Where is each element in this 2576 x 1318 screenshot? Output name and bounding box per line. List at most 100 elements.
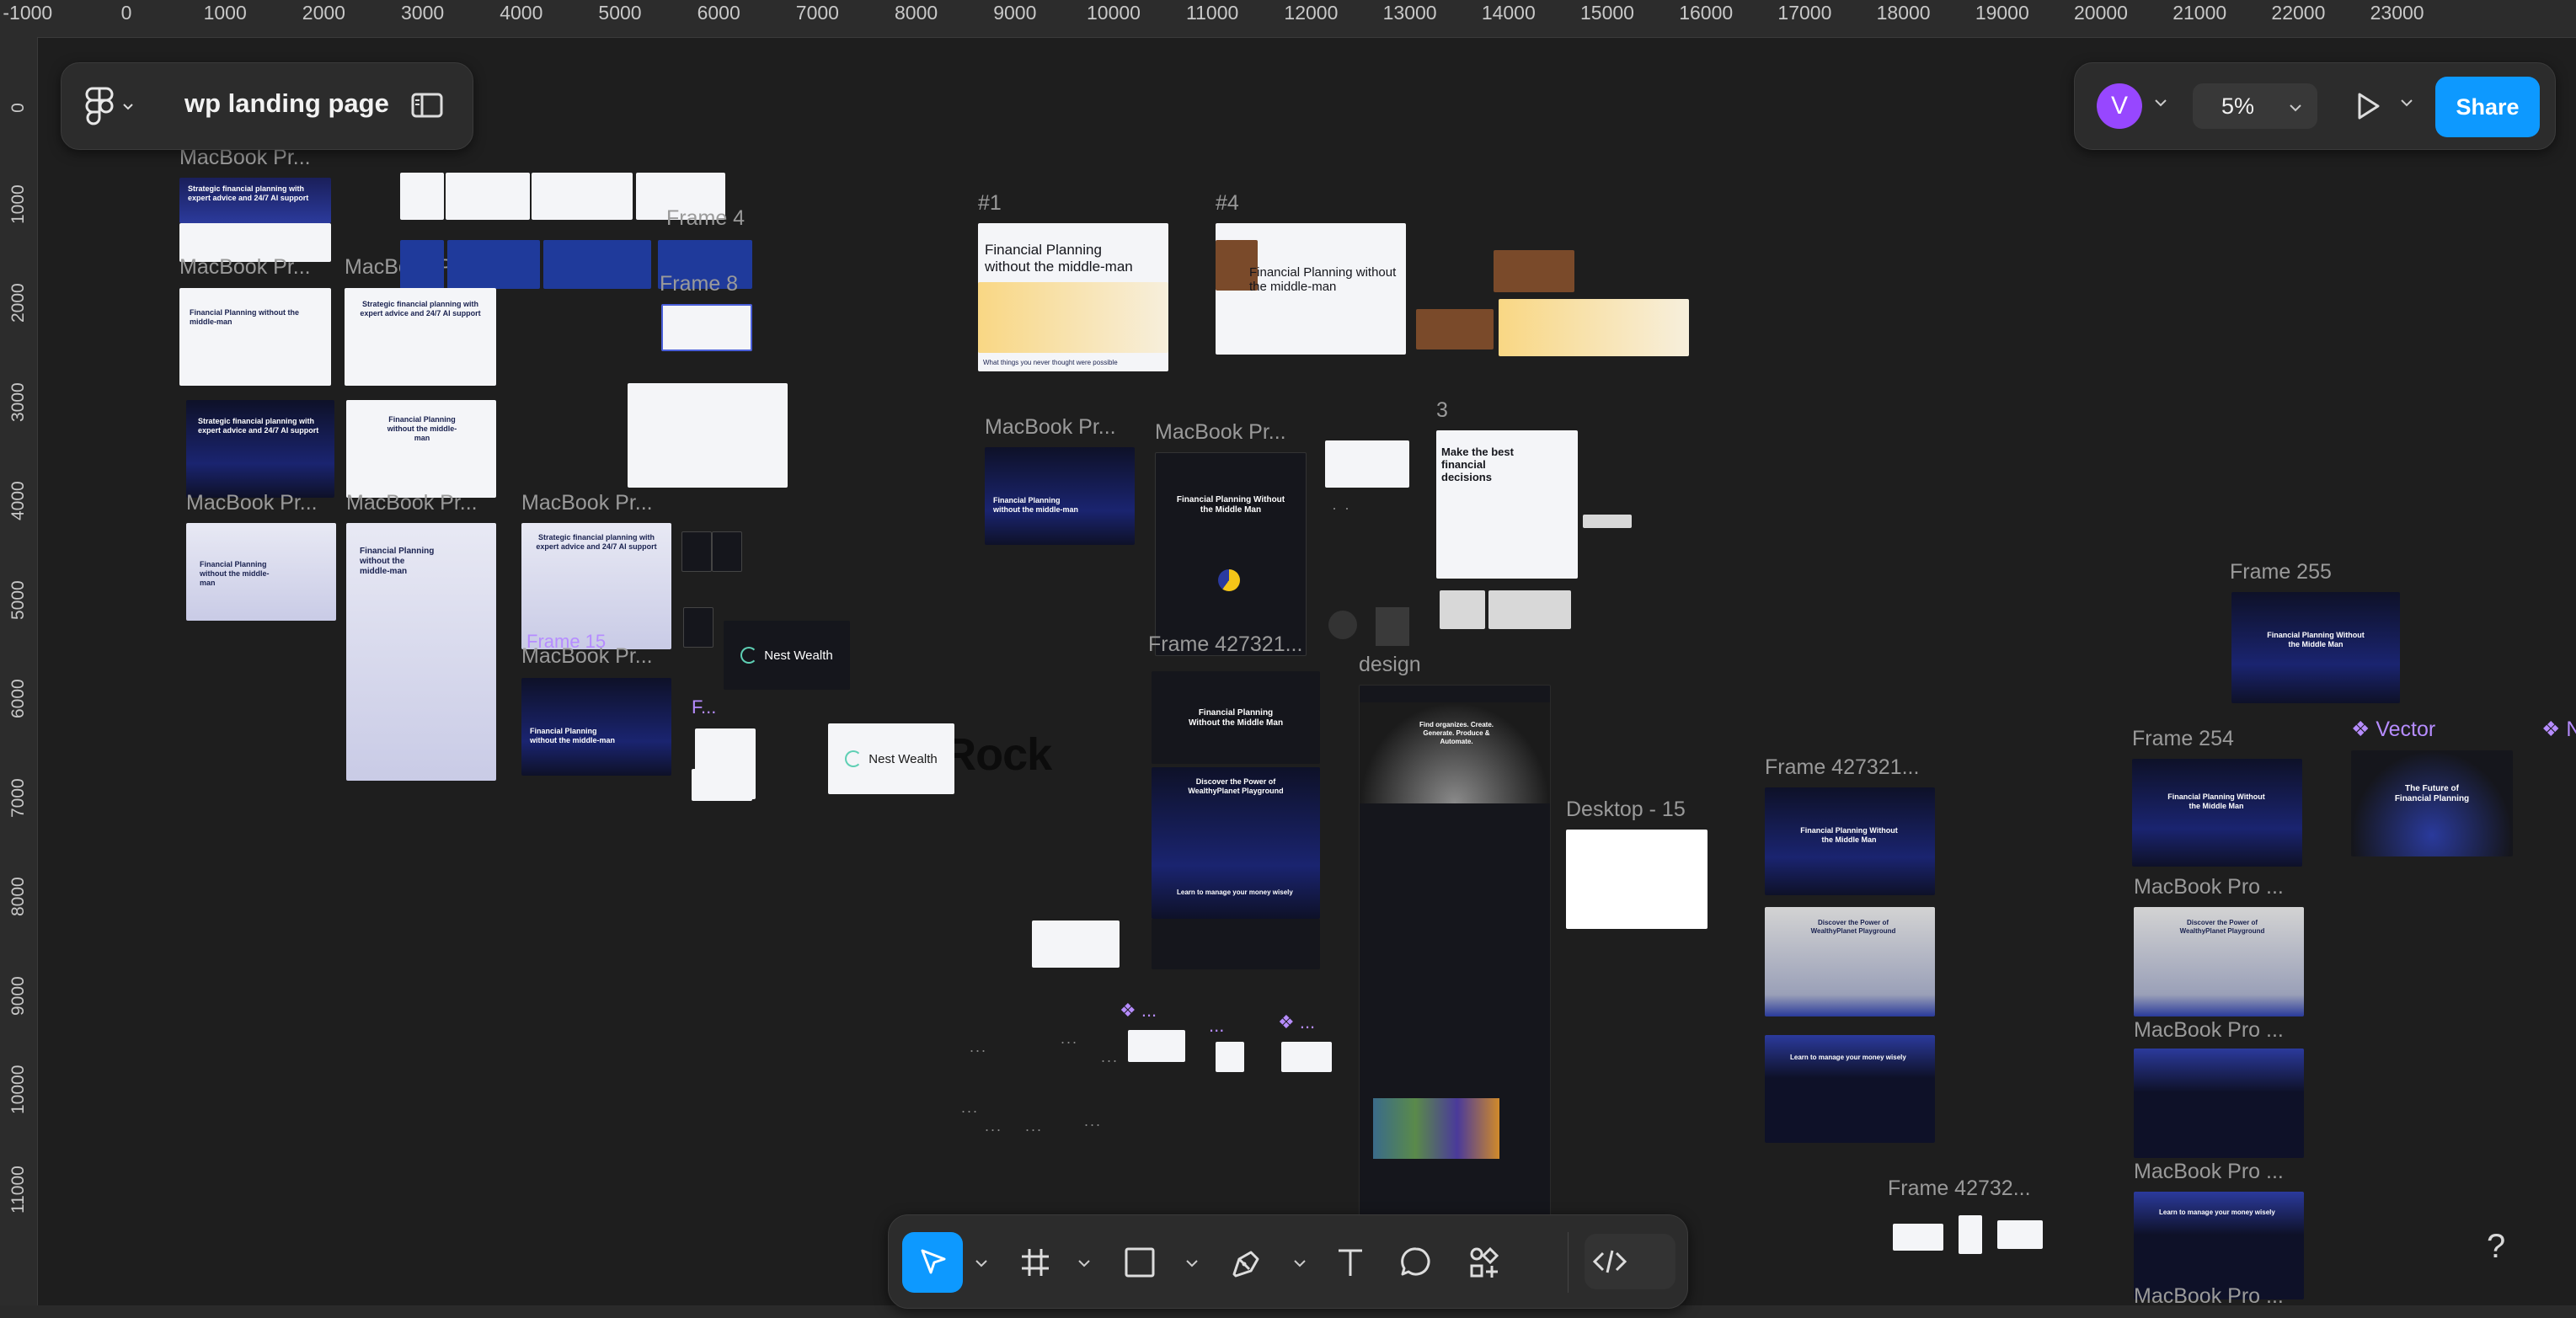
frame-thumbnail[interactable]: Discover the Power of WealthyPlanet Play… — [1765, 907, 1935, 1017]
frame-label[interactable]: 3 — [1436, 398, 1448, 423]
zoom-dropdown[interactable]: 5% — [2193, 83, 2317, 129]
chevron-down-icon[interactable] — [2398, 93, 2415, 110]
frame-thumbnail[interactable] — [1416, 309, 1494, 350]
frame-thumbnail[interactable] — [1128, 1030, 1185, 1062]
frame-thumbnail[interactable] — [628, 383, 788, 488]
frame-thumbnail[interactable]: Financial Planning without the middle-ma… — [346, 523, 496, 781]
frame-thumbnail[interactable]: Financial Planning Without the Middle Ma… — [1155, 452, 1307, 656]
frame-thumbnail[interactable] — [1494, 250, 1574, 292]
avatar[interactable]: V — [2097, 83, 2142, 129]
frame-thumbnail[interactable] — [447, 240, 540, 289]
dev-mode-toggle[interactable] — [1585, 1234, 1675, 1289]
frame-thumbnail[interactable] — [1997, 1220, 2043, 1249]
frame-thumbnail[interactable] — [1893, 1224, 1943, 1251]
pen-tool[interactable] — [1216, 1232, 1276, 1293]
present-play-icon[interactable] — [2346, 85, 2388, 127]
frame-thumbnail[interactable]: Find organizes. Create. Generate. Produc… — [1359, 685, 1551, 1303]
frame-thumbnail[interactable] — [683, 607, 713, 648]
chevron-down-icon[interactable] — [1291, 1254, 1308, 1271]
file-name[interactable]: wp landing page — [184, 88, 389, 119]
frame-thumbnail[interactable] — [681, 531, 712, 572]
frame-thumbnail[interactable]: Strategic financial planning with expert… — [345, 288, 496, 386]
chevron-down-icon[interactable] — [973, 1254, 990, 1271]
frame-label[interactable]: Frame 254 — [2132, 727, 2234, 751]
main-menu-button[interactable] — [85, 83, 161, 129]
frame-thumbnail[interactable]: Financial Planning without the middle-ma… — [985, 447, 1135, 545]
frame-label[interactable]: design — [1359, 653, 1421, 677]
frame-thumbnail[interactable]: Financial Planning without the middle-ma… — [346, 400, 496, 498]
comment-tool[interactable] — [1386, 1232, 1446, 1293]
frame-tool[interactable] — [1005, 1232, 1066, 1293]
frame-thumbnail[interactable] — [532, 173, 633, 220]
frame-thumbnail[interactable]: Financial Planning without the middle-ma… — [978, 223, 1168, 371]
actions-tool[interactable] — [1455, 1232, 1515, 1293]
frame-thumbnail[interactable] — [1216, 1042, 1244, 1072]
rectangle-shape[interactable] — [1376, 607, 1409, 646]
frame-thumbnail[interactable] — [1440, 590, 1485, 629]
shape-tool[interactable] — [1109, 1232, 1170, 1293]
move-tool[interactable] — [902, 1232, 963, 1293]
frame-label[interactable]: MacBook Pro ... — [2134, 1018, 2284, 1043]
frame-thumbnail[interactable] — [1152, 919, 1320, 969]
frame-thumbnail[interactable] — [2134, 1049, 2304, 1158]
frame-thumbnail[interactable]: Discover the Power of WealthyPlanet Play… — [1152, 767, 1320, 919]
frame-label[interactable]: #4 — [1216, 191, 1239, 216]
frame-label[interactable]: MacBook Pr... — [186, 491, 318, 515]
component-label[interactable]: ❖ N — [2541, 717, 2576, 742]
chevron-down-icon[interactable] — [1076, 1254, 1093, 1271]
frame-thumbnail[interactable]: Financial Planning Without the Middle Ma… — [1152, 671, 1320, 764]
frame-thumbnail[interactable]: Financial Planning Without the Middle Ma… — [1765, 787, 1935, 895]
frame-thumbnail[interactable] — [1583, 515, 1632, 528]
share-button[interactable]: Share — [2435, 77, 2540, 137]
frame-label[interactable]: MacBook Pr... — [521, 644, 653, 669]
frame-thumbnail[interactable] — [1281, 1042, 1332, 1072]
frame-thumbnail[interactable] — [712, 531, 742, 572]
component-label[interactable]: ❖ ... — [1278, 1011, 1315, 1033]
frame-thumbnail[interactable] — [1488, 590, 1571, 629]
frame-thumbnail[interactable] — [1499, 299, 1689, 356]
frame-thumbnail[interactable] — [1566, 830, 1708, 929]
frame-label[interactable]: Frame 255 — [2230, 560, 2332, 584]
frame-label[interactable]: Frame 8 — [660, 272, 738, 296]
frame-label[interactable]: #1 — [978, 191, 1002, 216]
frame-label[interactable]: MacBook Pr... — [346, 491, 478, 515]
frame-thumbnail[interactable]: Strategic financial planning with expert… — [186, 400, 334, 498]
frame-thumbnail[interactable]: Financial Planning Without the Middle Ma… — [2231, 592, 2400, 703]
frame-thumbnail[interactable] — [543, 240, 651, 289]
frame-thumbnail[interactable] — [446, 173, 530, 220]
frame-label[interactable]: MacBook Pro ... — [2134, 875, 2284, 899]
sidebar-toggle-icon[interactable] — [410, 88, 444, 122]
frame-label[interactable]: Desktop - 15 — [1566, 798, 1686, 822]
frame-thumbnail[interactable] — [661, 304, 752, 351]
frame-label[interactable]: Frame 4 — [666, 206, 745, 231]
frame-thumbnail[interactable] — [1325, 440, 1409, 488]
component-label[interactable]: ❖ ... — [1120, 1000, 1157, 1022]
frame-thumbnail[interactable] — [1032, 920, 1120, 968]
frame-thumbnail[interactable]: Financial Planning without the middle-ma… — [186, 523, 336, 621]
frame-label[interactable]: MacBook Pr... — [521, 491, 653, 515]
frame-thumbnail[interactable] — [1959, 1215, 1982, 1254]
frame-label[interactable]: Frame 42732... — [1888, 1177, 2031, 1201]
frame-label[interactable]: MacBook Pr... — [179, 255, 311, 280]
chevron-down-icon[interactable] — [1184, 1254, 1200, 1271]
frame-thumbnail[interactable]: Financial Planning without the middle-ma… — [521, 678, 671, 776]
frame-thumbnail[interactable]: Financial Planning without the middle-ma… — [179, 288, 331, 386]
frame-label[interactable]: Frame 427321... — [1148, 632, 1302, 657]
help-button[interactable]: ? — [2487, 1228, 2505, 1266]
frame-thumbnail[interactable] — [692, 769, 752, 801]
canvas[interactable]: MacBook Pr... Strategic financial planni… — [38, 38, 2576, 1308]
frame-thumbnail[interactable] — [400, 240, 444, 289]
component-label[interactable]: ❖ Vector — [2351, 717, 2435, 742]
chevron-down-icon[interactable] — [2152, 93, 2169, 110]
ellipse-shape[interactable] — [1328, 611, 1357, 639]
frame-thumbnail[interactable]: Learn to manage your money wisely — [1765, 1035, 1935, 1143]
frame-thumbnail[interactable]: Make the best financial decisions — [1436, 430, 1578, 579]
component-label[interactable]: ... — [1209, 1015, 1224, 1037]
frame-thumbnail[interactable]: Strategic financial planning with expert… — [179, 178, 331, 223]
frame-thumbnail[interactable]: Financial Planning Without the Middle Ma… — [2132, 759, 2302, 867]
nest-wealth-logo-frame[interactable]: Nest Wealth — [724, 621, 850, 690]
frame-label[interactable]: MacBook Pr... — [985, 415, 1116, 440]
frame-label[interactable]: MacBook Pro ... — [2134, 1160, 2284, 1184]
frame-thumbnail[interactable] — [400, 173, 444, 220]
text-tool[interactable] — [1320, 1232, 1381, 1293]
